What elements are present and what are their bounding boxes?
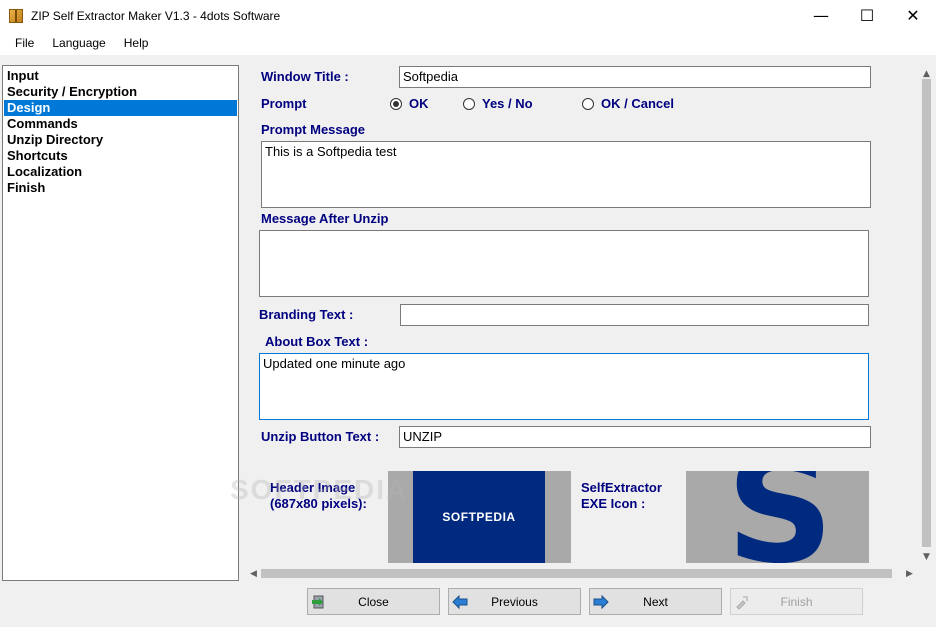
softpedia-logo: SOFTPEDIA	[413, 471, 545, 563]
scroll-down-icon[interactable]: ▼	[918, 548, 935, 565]
message-after-unzip-label: Message After Unzip	[261, 211, 389, 226]
scroll-right-icon[interactable]: ▶	[901, 565, 918, 582]
header-image-size-label: (687x80 pixels):	[270, 496, 367, 511]
exe-icon-preview[interactable]: S	[686, 471, 869, 563]
horizontal-scroll-thumb[interactable]	[261, 569, 892, 578]
header-image-label: Header Image	[270, 480, 356, 495]
header-image-preview[interactable]: SOFTPEDIA	[388, 471, 571, 563]
vertical-scroll-thumb[interactable]	[922, 79, 931, 547]
menu-bar: File Language Help	[0, 31, 936, 55]
finish-button[interactable]: Finish	[730, 588, 863, 615]
close-button[interactable]: Close	[307, 588, 440, 615]
app-icon	[9, 8, 23, 23]
window-controls: — ☐ ✕	[798, 0, 936, 31]
nav-item-design[interactable]: Design	[4, 100, 237, 116]
next-button-label: Next	[643, 594, 668, 609]
radio-unchecked-icon	[582, 97, 594, 110]
nav-item-localization[interactable]: Localization	[4, 164, 237, 180]
prompt-option-ok-label: OK	[409, 96, 429, 111]
prompt-message-textarea[interactable]: This is a Softpedia test	[261, 141, 871, 208]
close-door-icon	[311, 594, 327, 610]
window-title-input[interactable]: Softpedia	[399, 66, 871, 88]
horizontal-scrollbar[interactable]: ◀ ▶	[245, 565, 918, 582]
minimize-button[interactable]: —	[798, 0, 844, 31]
vertical-scrollbar[interactable]: ▲ ▼	[918, 65, 935, 565]
nav-item-input[interactable]: Input	[4, 68, 237, 84]
nav-item-shortcuts[interactable]: Shortcuts	[4, 148, 237, 164]
menu-file[interactable]: File	[6, 36, 43, 50]
prompt-option-ok-cancel[interactable]: OK / Cancel	[582, 96, 674, 111]
radio-checked-icon	[390, 97, 402, 110]
nav-item-security-encryption[interactable]: Security / Encryption	[4, 84, 237, 100]
exe-icon-label-2: EXE Icon :	[581, 496, 646, 511]
close-window-button[interactable]: ✕	[890, 0, 936, 31]
window-title-label: Window Title :	[261, 69, 349, 84]
radio-unchecked-icon	[463, 97, 475, 110]
message-after-unzip-textarea[interactable]	[259, 230, 869, 297]
prompt-option-yes-no[interactable]: Yes / No	[463, 96, 533, 111]
scroll-left-icon[interactable]: ◀	[245, 565, 262, 582]
prompt-option-yes-no-label: Yes / No	[482, 96, 533, 111]
step-list: Input Security / Encryption Design Comma…	[2, 65, 239, 581]
arrow-left-icon	[452, 594, 468, 610]
prompt-option-ok-cancel-label: OK / Cancel	[601, 96, 674, 111]
branding-text-label: Branding Text :	[259, 307, 354, 322]
finish-icon	[734, 594, 750, 610]
menu-language[interactable]: Language	[43, 36, 114, 50]
prompt-option-ok[interactable]: OK	[390, 96, 429, 111]
prompt-label: Prompt	[261, 96, 307, 111]
exe-icon-label: SelfExtractor	[581, 480, 662, 495]
nav-item-finish[interactable]: Finish	[4, 180, 237, 196]
about-box-text-textarea[interactable]: Updated one minute ago	[259, 353, 869, 420]
arrow-right-icon	[593, 594, 609, 610]
branding-text-input[interactable]	[400, 304, 869, 326]
nav-item-commands[interactable]: Commands	[4, 116, 237, 132]
scrollbar-corner	[918, 565, 935, 582]
softpedia-logo-text: SOFTPEDIA	[442, 510, 516, 524]
prompt-message-label: Prompt Message	[261, 122, 366, 137]
close-button-label: Close	[358, 594, 389, 609]
about-box-text-label: About Box Text :	[265, 334, 369, 349]
next-button[interactable]: Next	[589, 588, 722, 615]
previous-button[interactable]: Previous	[448, 588, 581, 615]
unzip-button-text-label: Unzip Button Text :	[261, 429, 380, 444]
nav-item-unzip-directory[interactable]: Unzip Directory	[4, 132, 237, 148]
window-title: ZIP Self Extractor Maker V1.3 - 4dots So…	[31, 8, 281, 23]
unzip-button-text-input[interactable]: UNZIP	[399, 426, 871, 448]
maximize-button[interactable]: ☐	[844, 0, 890, 31]
previous-button-label: Previous	[491, 594, 538, 609]
title-bar: ZIP Self Extractor Maker V1.3 - 4dots So…	[0, 0, 936, 31]
menu-help[interactable]: Help	[115, 36, 158, 50]
softpedia-s-icon: S	[726, 471, 835, 563]
design-panel: Window Title : Softpedia Prompt OK Yes /…	[245, 65, 918, 565]
finish-button-label: Finish	[780, 594, 813, 609]
